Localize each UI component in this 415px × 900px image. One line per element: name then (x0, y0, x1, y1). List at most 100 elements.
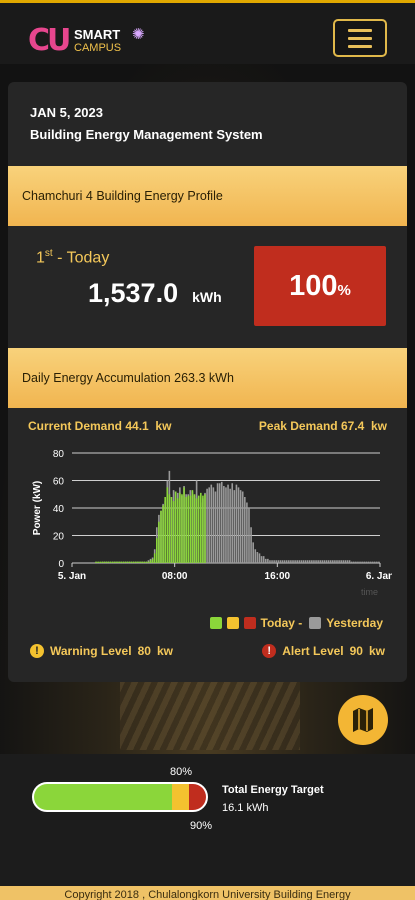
footer-copyright: Copyright 2018 , Chulalongkorn Universit… (0, 886, 415, 900)
energy-target-progress (32, 782, 208, 812)
yesterday-bar (355, 561, 357, 563)
alert-label: Alert Level (282, 644, 344, 658)
chart-legend: Today - Yesterday (209, 616, 383, 630)
yesterday-bar (271, 560, 273, 563)
today-bar (114, 561, 116, 563)
yesterday-bar (290, 560, 292, 563)
alert-unit: kw (368, 644, 385, 658)
peak-demand-label: Peak Demand (258, 419, 338, 433)
hamburger-menu-button[interactable] (333, 19, 387, 57)
today-bar (147, 561, 150, 563)
yesterday-bar (315, 560, 317, 563)
yesterday-bar (319, 560, 322, 563)
yesterday-bar (254, 549, 257, 563)
yesterday-bar (235, 484, 238, 563)
map-icon (353, 708, 373, 732)
report-date: JAN 5, 2023 (30, 105, 103, 120)
logo-smart-text: SMART (74, 27, 121, 42)
today-bar (120, 561, 122, 563)
progress-yellow-segment (171, 784, 189, 810)
peak-demand-value: 67.4 (340, 419, 365, 433)
today-bar (156, 538, 158, 563)
yesterday-bar (288, 560, 290, 563)
yesterday-bar (281, 560, 284, 563)
power-chart[interactable]: 0 20 40 60 80 Power (kW) 5. Jan 08:00 16:00 6. Ja… (26, 437, 392, 605)
logo-campus-text: CAMPUS (74, 42, 122, 54)
yesterday-bar (325, 560, 328, 563)
system-title: Building Energy Management System (30, 127, 263, 142)
yesterday-bar (206, 488, 208, 563)
legend-yesterday-label: Yesterday (326, 616, 383, 630)
today-bar (126, 561, 129, 563)
today-bar (176, 498, 179, 563)
marker-80-label: 80% (170, 766, 193, 778)
marker-90-label: 90% (190, 820, 213, 832)
map-button[interactable] (338, 695, 388, 745)
yesterday-bar (258, 553, 261, 563)
yesterday-bar (300, 560, 303, 563)
target-value: 16.1 kWh (222, 802, 269, 814)
yesterday-bar (378, 561, 380, 563)
today-bar (193, 494, 196, 563)
yesterday-bar (371, 561, 374, 563)
yesterday-bar (212, 487, 215, 563)
yesterday-bar (229, 488, 231, 563)
today-bar (166, 487, 169, 563)
legend-yellow-swatch[interactable] (226, 617, 239, 629)
yesterday-bar (363, 561, 366, 563)
today-bar (99, 561, 102, 563)
today-bar (158, 521, 160, 563)
current-demand-label: Current Demand (28, 419, 123, 433)
warning-level: ! Warning Level 80 kw (30, 644, 173, 658)
legend-green-swatch[interactable] (209, 617, 222, 629)
peak-demand: Peak Demand 67.4 kw (259, 419, 387, 433)
yesterday-bar (227, 484, 229, 563)
yesterday-bar (264, 558, 267, 563)
yesterday-bar (340, 560, 342, 563)
y-tick-label: 80 (53, 449, 65, 460)
yesterday-bar (296, 560, 298, 563)
today-bar (103, 561, 106, 563)
yesterday-bar (342, 560, 345, 563)
yesterday-bar (283, 560, 286, 563)
today-bar (107, 561, 110, 563)
y-tick-label: 20 (53, 532, 65, 543)
today-bar (195, 498, 198, 563)
peak-demand-unit: kw (370, 419, 387, 433)
yesterday-bar (223, 486, 225, 563)
legend-grey-swatch[interactable] (309, 617, 322, 629)
today-bar (135, 561, 137, 563)
legend-red-swatch[interactable] (243, 617, 256, 629)
yesterday-bar (373, 561, 376, 563)
building-profile-banner: Chamchuri 4 Building Energy Profile (8, 166, 407, 226)
yesterday-bar (256, 552, 259, 563)
yesterday-bar (273, 560, 275, 563)
energy-reading: 1,537.0 kWh (88, 278, 222, 309)
yesterday-bar (321, 560, 324, 563)
yesterday-bar (304, 560, 307, 563)
yesterday-bar (311, 560, 313, 563)
rank-suffix: st (44, 248, 53, 259)
yesterday-bar (365, 561, 368, 563)
x-tick-label: 6. Jan (366, 571, 392, 582)
percent-value: 100 (289, 270, 338, 302)
yesterday-bar (246, 502, 248, 563)
yesterday-bar (348, 560, 351, 563)
yesterday-bar (220, 481, 223, 563)
warning-icon: ! (30, 644, 44, 658)
today-bar (202, 495, 204, 563)
y-tick-label: 60 (53, 477, 65, 488)
yesterday-bar (252, 542, 254, 563)
today-bar (109, 561, 112, 563)
yesterday-bar (332, 560, 334, 563)
today-bar (174, 491, 177, 563)
yesterday-bar (292, 560, 294, 563)
today-bar (116, 561, 118, 563)
today-bar (149, 560, 152, 563)
today-bar (105, 561, 108, 563)
yesterday-bar (336, 560, 338, 563)
yesterday-bar (298, 560, 301, 563)
energy-value: 1,537.0 (88, 278, 179, 308)
yesterday-bar (329, 560, 332, 563)
yesterday-bar (359, 561, 361, 563)
